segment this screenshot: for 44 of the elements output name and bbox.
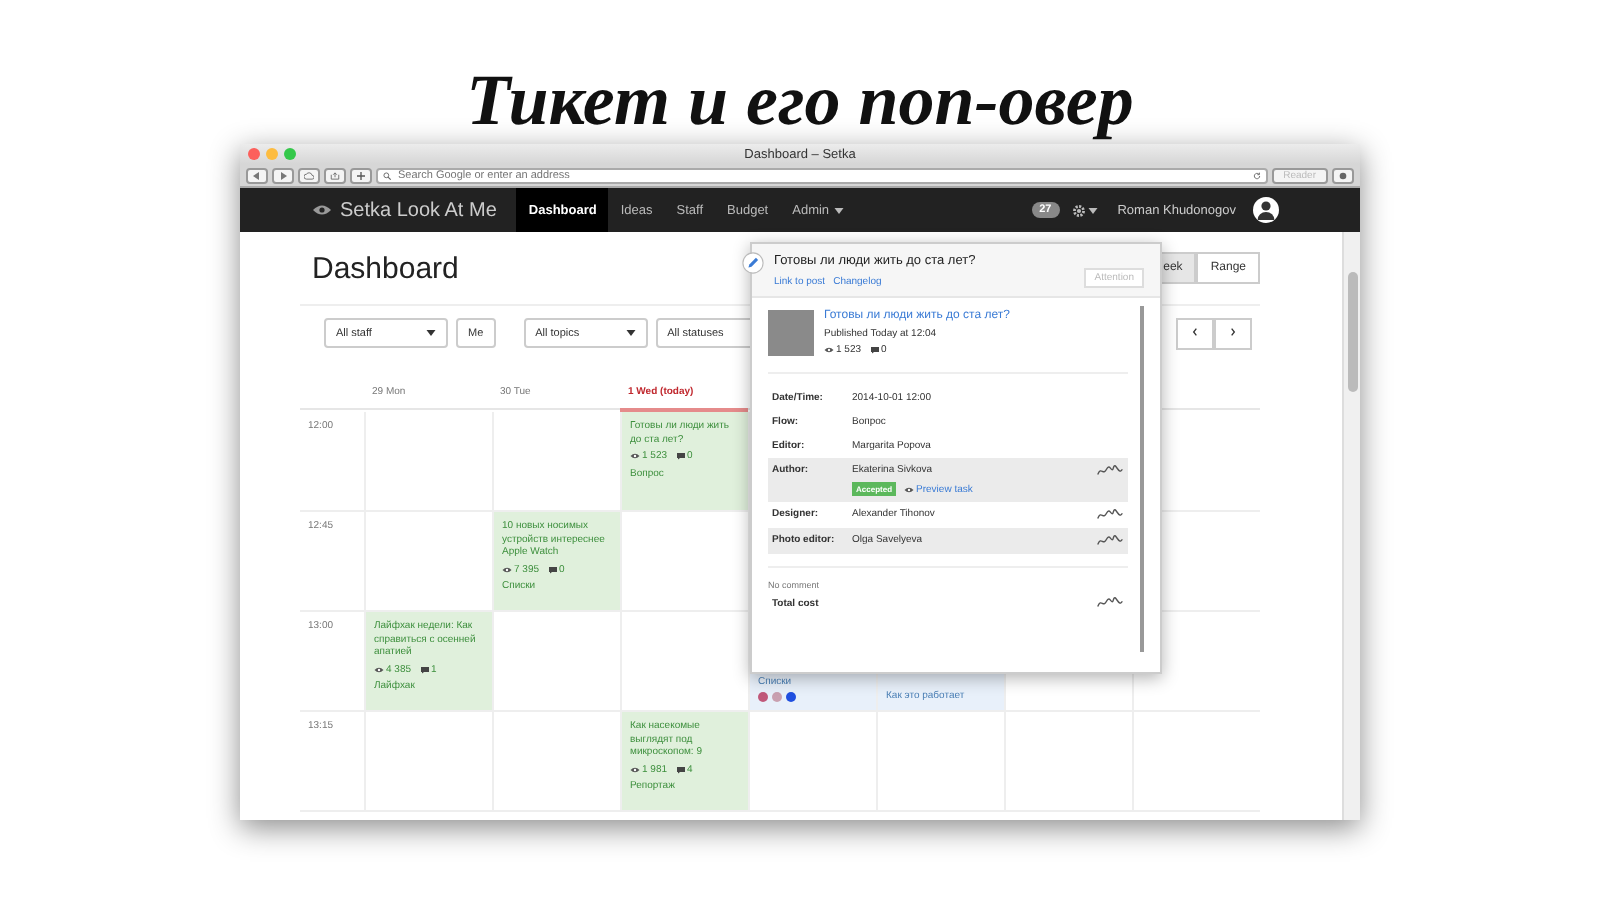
cloud-icon xyxy=(304,171,314,179)
forward-icon xyxy=(278,171,288,179)
caret-icon xyxy=(426,330,436,336)
signature-icon xyxy=(1096,596,1124,610)
close-button[interactable] xyxy=(248,148,260,160)
downloads-button[interactable] xyxy=(1332,167,1354,183)
circle-icon xyxy=(1338,171,1348,179)
eye-icon xyxy=(904,485,915,493)
photo-placeholder xyxy=(768,310,814,356)
calendar-cell xyxy=(364,412,492,512)
back-icon xyxy=(252,171,262,179)
eye-icon xyxy=(824,346,834,354)
slide-title: Тикет и его поп-овер xyxy=(464,58,1136,144)
scrollbar-thumb[interactable] xyxy=(1348,272,1358,392)
comment-icon xyxy=(675,765,686,774)
signature-icon xyxy=(1096,508,1124,522)
comment-icon xyxy=(419,665,430,674)
eye-icon xyxy=(630,452,640,461)
signature-icon xyxy=(1096,534,1124,548)
search-icon xyxy=(382,171,392,179)
comment-icon xyxy=(869,346,880,354)
caret-icon xyxy=(1087,207,1098,213)
plus-icon xyxy=(356,171,366,179)
pencil-icon[interactable] xyxy=(742,252,764,274)
eye-icon xyxy=(312,204,332,216)
settings-menu[interactable] xyxy=(1071,203,1098,217)
signature-icon xyxy=(1096,464,1124,478)
forward-button[interactable] xyxy=(272,167,294,183)
settings-icon xyxy=(1071,203,1086,217)
comment-icon xyxy=(547,565,558,574)
eye-icon xyxy=(630,765,640,774)
comment-icon xyxy=(675,452,686,461)
cloud-button[interactable] xyxy=(298,167,320,183)
brand-name[interactable]: Setka Look At Me xyxy=(340,199,497,221)
eye-icon xyxy=(374,665,384,674)
share-button[interactable] xyxy=(324,167,346,183)
avatar-icon[interactable] xyxy=(1252,196,1280,224)
share-icon xyxy=(330,171,340,179)
back-button[interactable] xyxy=(246,167,268,183)
caret-icon xyxy=(625,330,636,336)
page-title: Dashboard xyxy=(312,251,459,285)
reload-icon[interactable] xyxy=(1251,171,1262,179)
eye-icon xyxy=(502,565,512,574)
new-tab-button[interactable] xyxy=(350,167,372,183)
